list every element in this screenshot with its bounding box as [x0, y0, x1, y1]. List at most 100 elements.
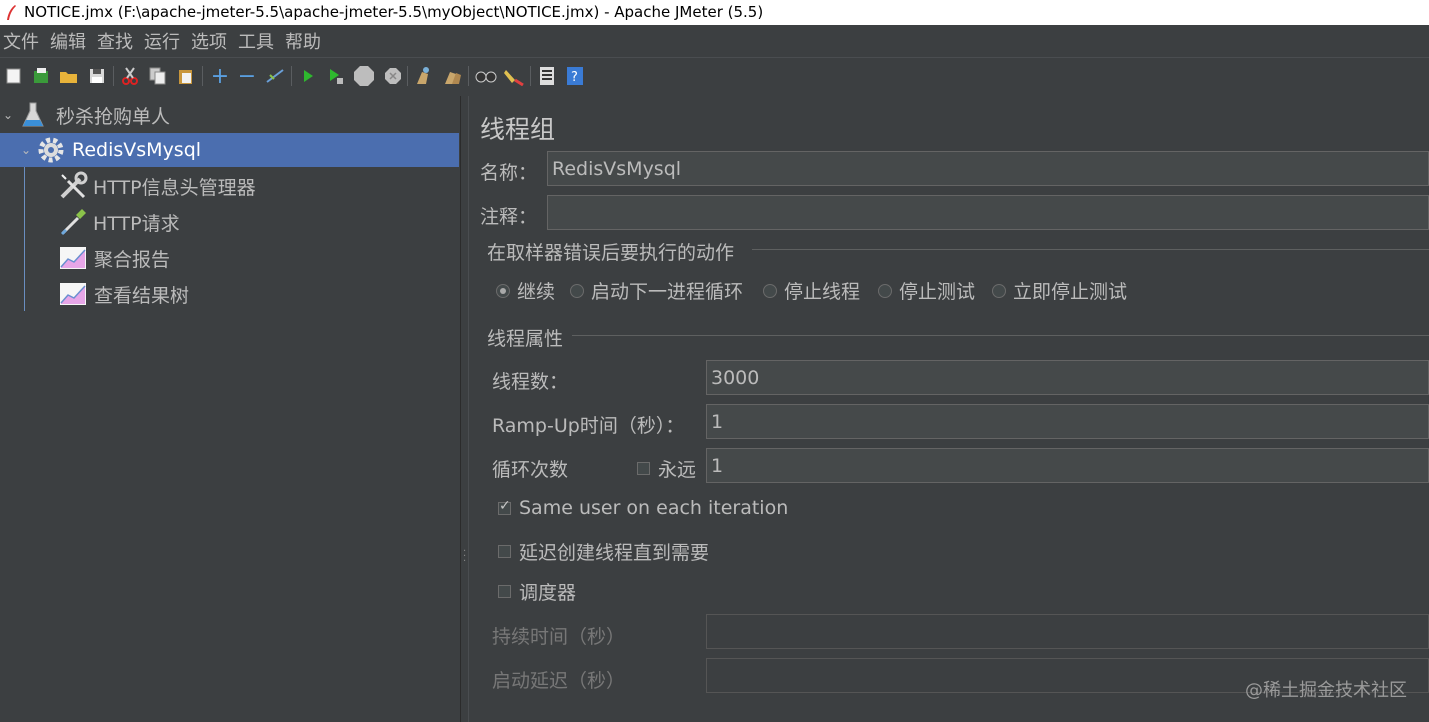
tree-guide-line	[24, 167, 25, 311]
tree-label: RedisVsMysql	[72, 139, 202, 161]
menu-edit[interactable]: 编辑	[47, 28, 94, 54]
test-plan-tree: ⌄ 秒杀抢购单人 ⌄ RedisVsMysql HTTP信息头管理器 HTTP请…	[0, 96, 460, 722]
same-user-checkbox[interactable]: Same user on each iteration	[498, 497, 788, 519]
rampup-label: Ramp-Up时间（秒）：	[492, 415, 685, 437]
expand-icon[interactable]: +	[209, 64, 231, 89]
radio-indicator[interactable]	[570, 283, 584, 298]
checkbox-label: 调度器	[519, 582, 577, 604]
clear-all-icon[interactable]	[442, 65, 464, 87]
stop-icon[interactable]	[353, 65, 375, 87]
toolbar-separator	[407, 66, 408, 86]
tree-node-aggregate-report[interactable]: 聚合报告	[58, 241, 170, 275]
split-pane-divider[interactable]: · · ·	[460, 96, 469, 722]
start-no-pause-icon[interactable]	[325, 65, 347, 87]
radio-stop-test-now[interactable]: 立即停止测试	[992, 277, 1127, 304]
toolbar: + − ?	[0, 57, 1429, 95]
loop-count-label: 循环次数	[492, 459, 569, 481]
tree-node-thread-group[interactable]: ⌄ RedisVsMysql	[0, 133, 459, 167]
help-icon[interactable]: ?	[564, 65, 586, 87]
name-label: 名称：	[480, 162, 538, 184]
start-icon[interactable]	[297, 65, 319, 87]
svg-text:?: ?	[571, 70, 578, 85]
loop-count-field[interactable]: 1	[706, 448, 1429, 483]
checkbox-label: 永远	[658, 459, 697, 481]
toolbar-separator	[530, 66, 531, 86]
chevron-down-icon[interactable]: ⌄	[18, 143, 34, 157]
window-title: NOTICE.jmx (F:\apache-jmeter-5.5\apache-…	[24, 3, 764, 21]
tree-node-results-tree[interactable]: 查看结果树	[58, 277, 189, 311]
function-helper-icon[interactable]	[536, 65, 558, 87]
open-icon[interactable]	[58, 65, 80, 87]
checkbox-indicator[interactable]	[498, 585, 511, 598]
clear-icon[interactable]	[413, 65, 435, 87]
duration-label: 持续时间（秒）	[492, 626, 626, 648]
radio-stop-thread[interactable]: 停止线程	[763, 277, 860, 304]
checkbox-indicator[interactable]	[498, 498, 511, 515]
menu-bar: 文件 编辑 查找 运行 选项 工具 帮助	[0, 25, 1429, 57]
tree-label: 秒杀抢购单人	[56, 105, 171, 128]
jmeter-feather-icon	[7, 5, 16, 20]
tree-node-http-request[interactable]: HTTP请求	[58, 205, 180, 239]
new-icon[interactable]	[3, 65, 25, 87]
tree-node-header-manager[interactable]: HTTP信息头管理器	[58, 169, 256, 203]
menu-tools[interactable]: 工具	[235, 28, 282, 54]
scheduler-checkbox[interactable]: 调度器	[498, 578, 576, 605]
thread-count-label: 线程数：	[492, 371, 569, 393]
menu-run[interactable]: 运行	[141, 28, 188, 54]
error-action-group-title: 在取样器错误后要执行的动作	[487, 242, 735, 264]
forever-checkbox[interactable]: 永远	[637, 455, 696, 482]
rampup-field[interactable]: 1	[706, 404, 1429, 439]
radio-label: 启动下一进程循环	[591, 281, 744, 303]
menu-options[interactable]: 选项	[188, 28, 235, 54]
cut-icon[interactable]	[119, 65, 141, 87]
radio-start-next-loop[interactable]: 启动下一进程循环	[570, 277, 743, 304]
toolbar-separator	[291, 66, 292, 86]
duration-field[interactable]	[706, 614, 1429, 649]
thread-props-group-title: 线程属性	[487, 328, 564, 350]
checkbox-label: 延迟创建线程直到需要	[519, 542, 710, 564]
save-icon[interactable]	[86, 65, 108, 87]
delay-thread-creation-checkbox[interactable]: 延迟创建线程直到需要	[498, 538, 709, 565]
radio-stop-test[interactable]: 停止测试	[878, 277, 975, 304]
toolbar-separator	[113, 66, 114, 86]
menu-help[interactable]: 帮助	[282, 28, 329, 54]
templates-icon[interactable]	[30, 65, 52, 87]
thread-count-field[interactable]: 3000	[706, 360, 1429, 395]
shutdown-icon[interactable]	[382, 65, 404, 87]
collapse-icon[interactable]: −	[236, 64, 258, 89]
group-divider	[572, 335, 1429, 336]
checkbox-indicator[interactable]	[637, 462, 650, 475]
pipette-icon	[60, 209, 86, 236]
search-icon[interactable]	[475, 65, 497, 87]
gear-icon	[38, 137, 64, 163]
drag-handle-icon[interactable]: · · ·	[463, 547, 466, 567]
startup-delay-label: 启动延迟（秒）	[492, 670, 626, 692]
radio-label: 停止测试	[899, 281, 976, 303]
radio-indicator[interactable]	[992, 283, 1006, 298]
comment-field[interactable]	[547, 195, 1429, 230]
radio-indicator[interactable]	[496, 283, 510, 298]
comment-label: 注释：	[480, 206, 538, 228]
tree-label: HTTP信息头管理器	[93, 176, 256, 199]
checkbox-label: Same user on each iteration	[519, 497, 789, 519]
watermark: @稀土掘金技术社区	[1245, 680, 1407, 701]
flask-icon	[22, 102, 44, 127]
chart-icon	[60, 283, 86, 305]
copy-icon[interactable]	[147, 65, 169, 87]
thread-group-panel: 线程组 名称： RedisVsMysql 注释： 在取样器错误后要执行的动作 继…	[470, 96, 1429, 722]
tree-node-test-plan[interactable]: ⌄ 秒杀抢购单人	[0, 98, 170, 132]
menu-search[interactable]: 查找	[94, 28, 141, 54]
group-divider	[752, 249, 1429, 250]
name-field[interactable]: RedisVsMysql	[547, 151, 1429, 186]
paste-icon[interactable]	[175, 65, 197, 87]
radio-continue[interactable]: 继续	[496, 277, 555, 304]
wrench-screwdriver-icon	[60, 171, 88, 199]
checkbox-indicator[interactable]	[498, 545, 511, 558]
radio-indicator[interactable]	[878, 283, 892, 298]
chevron-down-icon[interactable]: ⌄	[0, 108, 16, 122]
reset-search-icon[interactable]	[503, 65, 525, 87]
radio-indicator[interactable]	[763, 283, 777, 298]
tree-label: 聚合报告	[94, 248, 171, 271]
toggle-icon[interactable]	[264, 65, 286, 87]
menu-file[interactable]: 文件	[0, 28, 47, 54]
